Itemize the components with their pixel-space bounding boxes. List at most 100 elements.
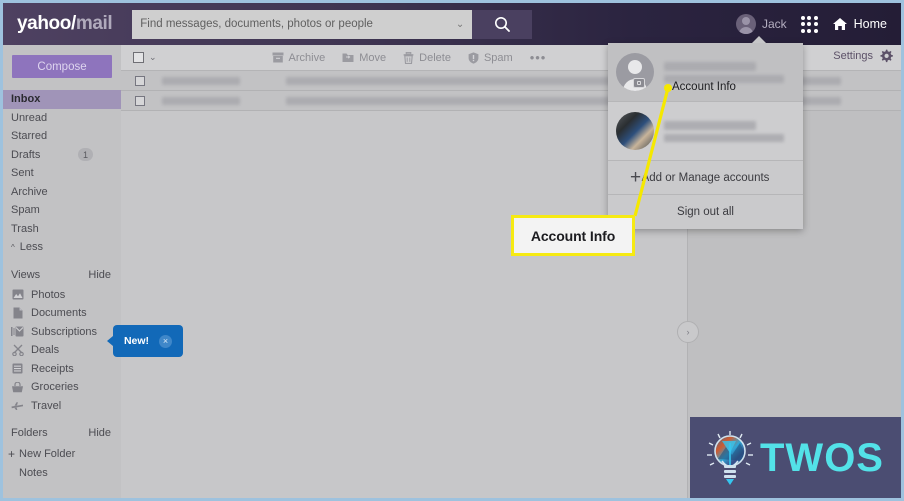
dropdown-secondary-account[interactable] — [608, 102, 803, 161]
delete-label: Delete — [419, 51, 451, 64]
archive-label: Archive — [288, 51, 326, 64]
secondary-account-name-redacted — [664, 120, 795, 142]
row-checkbox[interactable] — [135, 75, 145, 86]
more-options-button[interactable]: ••• — [530, 50, 547, 65]
twos-wordmark: TWOS — [760, 435, 884, 480]
archive-icon — [272, 52, 284, 63]
sidebar-item-documents[interactable]: Documents — [3, 304, 121, 323]
add-or-manage-accounts-button[interactable]: + Add or Manage accounts — [608, 161, 803, 195]
sidebar-item-travel[interactable]: Travel — [3, 397, 121, 416]
sidebar-item-archive[interactable]: Archive — [3, 183, 121, 202]
gear-icon — [880, 49, 893, 63]
sidebar-item-subscriptions[interactable]: Subscriptions — [3, 323, 121, 342]
sidebar-item-sent[interactable]: Sent — [3, 164, 121, 183]
sidebar-item-label: Spam — [11, 204, 40, 217]
avatar — [735, 14, 756, 34]
dropdown-primary-account[interactable] — [608, 43, 803, 102]
new-feature-bubble[interactable]: New! × — [107, 325, 183, 357]
search-area: Find messages, documents, photos or peop… — [132, 9, 533, 39]
sidebar-folder-list: Inbox Unread Starred Drafts 1 Sent Archi… — [3, 90, 121, 257]
account-menu-button[interactable]: Jack — [735, 14, 787, 34]
yahoo-mail-logo[interactable]: yahoo/mail — [17, 13, 113, 35]
account-name-label: Jack — [761, 17, 787, 31]
sidebar-item-label: Documents — [31, 307, 87, 320]
sender-redacted — [162, 96, 240, 105]
sidebar-item-unread[interactable]: Unread — [3, 109, 121, 128]
expand-pane-button[interactable]: › — [677, 321, 699, 343]
logo-product-text: mail — [75, 13, 113, 34]
archive-button[interactable]: Archive — [272, 51, 326, 64]
views-list: Photos Documents Subscriptions Deals Rec… — [3, 286, 121, 416]
sidebar: Compose Inbox Unread Starred Drafts 1 Se… — [3, 45, 121, 498]
search-icon — [494, 16, 510, 32]
select-all-checkbox[interactable] — [133, 52, 144, 63]
trash-icon — [403, 51, 414, 64]
views-hide-button[interactable]: Hide — [88, 269, 111, 281]
twos-watermark: TWOS — [690, 417, 901, 498]
sidebar-item-label: Archive — [11, 185, 48, 198]
sidebar-item-spam[interactable]: Spam — [3, 201, 121, 220]
chevron-up-icon: ^ — [11, 242, 15, 252]
sidebar-item-receipts[interactable]: Receipts — [3, 360, 121, 379]
sidebar-item-notes[interactable]: Notes — [3, 463, 121, 482]
primary-account-name-redacted — [664, 61, 795, 83]
search-placeholder: Find messages, documents, photos or peop… — [140, 18, 373, 30]
move-folder-icon — [342, 53, 354, 62]
sidebar-item-starred[interactable]: Starred — [3, 127, 121, 146]
delete-button[interactable]: Delete — [403, 51, 451, 64]
row-checkbox[interactable] — [135, 95, 145, 106]
sidebar-item-deals[interactable]: Deals — [3, 341, 121, 360]
views-header-label: Views — [11, 268, 41, 281]
sender-redacted — [162, 76, 240, 85]
add-manage-label: Add or Manage accounts — [641, 171, 770, 184]
new-bubble-label: New! — [123, 335, 150, 347]
home-icon — [832, 18, 847, 30]
search-button[interactable] — [472, 9, 533, 39]
search-input[interactable]: Find messages, documents, photos or peop… — [132, 9, 473, 39]
less-label: Less — [19, 241, 44, 254]
apps-grid-icon[interactable] — [800, 15, 818, 33]
folder-label: Notes — [19, 466, 48, 479]
sidebar-item-groceries[interactable]: Groceries — [3, 378, 121, 397]
new-folder-button[interactable]: + New Folder — [3, 444, 121, 463]
folders-hide-button[interactable]: Hide — [88, 427, 111, 439]
plus-icon: + — [630, 167, 642, 188]
yahoo-mail-window: yahoo/mail Find messages, documents, pho… — [0, 0, 904, 501]
sidebar-item-label: Drafts — [11, 148, 41, 161]
settings-label: Settings — [833, 50, 873, 62]
camera-icon[interactable] — [633, 78, 645, 88]
views-section-header: Views Hide — [3, 264, 121, 286]
avatar[interactable] — [616, 112, 654, 150]
sidebar-item-label: Deals — [31, 344, 60, 357]
settings-button[interactable]: Settings — [833, 49, 893, 63]
sidebar-item-drafts[interactable]: Drafts 1 — [3, 146, 121, 165]
sidebar-item-label: Inbox — [11, 93, 41, 106]
toolbar-actions: Archive Move Delete Spam ••• — [272, 50, 547, 65]
close-icon[interactable]: × — [159, 334, 173, 348]
basket-icon — [11, 381, 24, 394]
compose-button[interactable]: Compose — [12, 55, 112, 78]
sidebar-item-photos[interactable]: Photos — [3, 286, 121, 305]
home-label: Home — [853, 17, 887, 31]
avatar[interactable] — [616, 53, 654, 91]
select-all-chevron-down-icon[interactable]: ⌄ — [149, 52, 157, 63]
sign-out-all-button[interactable]: Sign out all — [608, 195, 803, 229]
lightbulb-icon — [704, 429, 756, 487]
sidebar-item-label: Receipts — [31, 362, 74, 375]
logo-brand-text: yahoo — [17, 13, 71, 34]
search-chevron-down-icon[interactable]: ⌄ — [456, 19, 464, 30]
photos-icon — [11, 288, 24, 301]
sidebar-item-trash[interactable]: Trash — [3, 220, 121, 239]
plus-icon: + — [8, 446, 16, 461]
account-info-annotation-label: Account Info — [672, 81, 736, 93]
sidebar-item-label: Groceries — [31, 381, 79, 394]
home-button[interactable]: Home — [832, 17, 887, 31]
move-button[interactable]: Move — [342, 52, 386, 64]
sidebar-item-inbox[interactable]: Inbox — [3, 90, 121, 109]
sidebar-item-label: Unread — [11, 111, 48, 124]
sidebar-item-label: Sent — [11, 167, 34, 180]
new-folder-label: New Folder — [19, 447, 76, 460]
sidebar-item-label: Photos — [31, 288, 66, 301]
spam-button[interactable]: Spam — [468, 52, 513, 64]
sidebar-less-toggle[interactable]: ^ Less — [3, 238, 121, 257]
